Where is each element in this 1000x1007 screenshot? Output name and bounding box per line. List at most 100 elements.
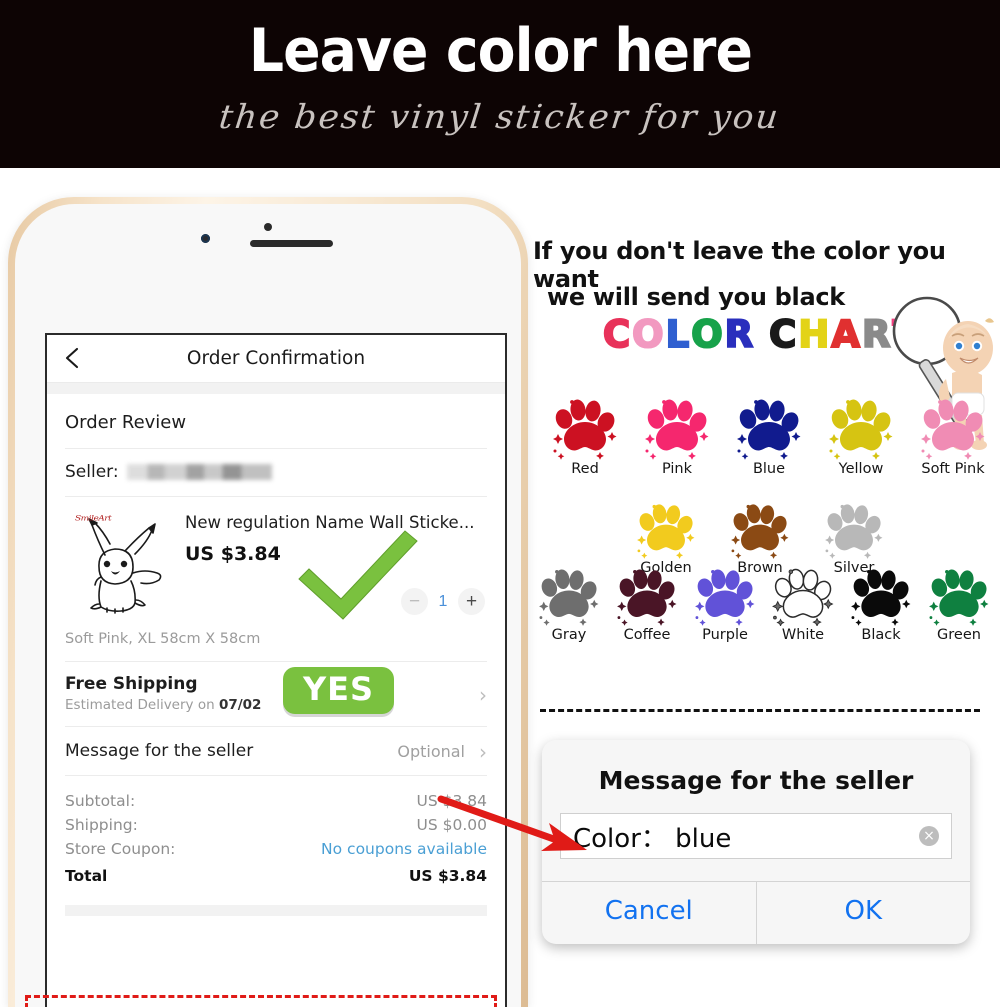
color-swatch-label: Soft Pink [921,461,985,477]
product-title: New regulation Name Wall Sticke... [185,513,475,532]
wordmark-letter: C [768,312,798,357]
product-price: US $3.84 [185,542,281,565]
color-swatch-label: Black [861,627,901,643]
wordmark-letter: A [830,312,861,357]
paw-print-icon [928,568,990,626]
product-thumbnail[interactable]: SmileArt [65,511,175,619]
color-swatch-red[interactable]: Red [544,398,626,477]
total-label: Total [65,867,108,885]
proximity-sensor-icon [264,223,272,231]
section-divider-band [65,905,487,916]
total-value: US $3.84 [408,867,487,885]
total-label: Subtotal: [65,792,136,810]
color-swatch-silver[interactable]: Silver [813,503,895,576]
paw-print-icon [730,503,790,559]
shipping-estimate-date: 07/02 [218,697,262,713]
paw-print-icon [644,398,710,460]
color-chart-wordmark: COLOR CHART [602,312,919,357]
color-swatch-blue[interactable]: Blue [728,398,810,477]
color-row-1: Red Pink Blue Yellow Soft Pink [544,398,994,477]
message-for-seller-row[interactable]: Message for the seller Optional › [65,727,487,775]
color-swatch-gray[interactable]: Gray [530,568,608,643]
paw-print-icon [850,568,912,626]
total-label: Shipping: [65,816,138,834]
seller-label: Seller: [65,462,119,482]
wordmark-letter [755,313,768,356]
yes-annotation-badge: YES [283,667,395,714]
quantity-decrease-button[interactable]: − [401,588,428,615]
page-title: Order Confirmation [186,348,366,369]
paw-print-icon [920,398,986,460]
chevron-left-icon[interactable] [61,346,83,370]
message-for-seller-label: Message for the seller [65,741,254,761]
cancel-button[interactable]: Cancel [542,882,757,944]
color-swatch-label: Yellow [838,461,884,477]
wordmark-letter: R [724,312,755,357]
seller-name-redacted [126,464,272,480]
header-banner: Leave color here the best vinyl sticker … [0,0,1000,168]
shipping-estimate-prefix: Estimated Delivery on [65,697,219,713]
total-label: Store Coupon: [65,840,176,858]
paw-print-icon [736,398,802,460]
color-swatch-purple[interactable]: Purple [686,568,764,643]
paw-print-icon [694,568,756,626]
color-swatch-label: Red [571,461,599,477]
color-swatch-golden[interactable]: Golden [625,503,707,576]
wordmark-letter: H [797,312,831,357]
shipping-row[interactable]: Free Shipping Estimated Delivery on 07/0… [65,662,487,726]
paw-print-icon [828,398,894,460]
color-swatch-pink[interactable]: Pink [636,398,718,477]
paw-print-icon [552,398,618,460]
paw-print-icon [824,503,884,559]
message-input[interactable]: Color： blue × [560,813,952,859]
total-row: Total US $3.84 [65,861,487,888]
total-row: Subtotal: US $3.84 [65,789,487,813]
color-swatch-yellow[interactable]: Yellow [820,398,902,477]
color-swatch-black[interactable]: Black [842,568,920,643]
pikachu-line-art-icon [88,518,162,614]
color-swatch-label: White [781,627,825,643]
color-swatch-label: Blue [752,461,786,477]
paw-print-icon [636,503,696,559]
color-swatch-label: Purple [702,627,748,643]
color-swatch-brown[interactable]: Brown [719,503,801,576]
order-review-heading: Order Review [65,412,187,433]
color-swatch-label: Coffee [623,627,671,643]
message-for-seller-value: Optional [397,741,465,761]
quantity-increase-button[interactable]: + [458,588,485,615]
product-variant: Soft Pink, XL 58cm X 58cm [65,631,261,647]
message-row-highlight-box [25,995,497,1007]
phone-mockup: Order Confirmation Order Review Seller: … [8,197,528,1007]
chevron-right-icon[interactable]: › [479,685,487,705]
app-nav-bar: Order Confirmation [47,335,505,383]
color-chart-panel: If you don't leave the color you want we… [530,180,1000,1000]
quantity-value: 1 [438,592,448,610]
product-row[interactable]: SmileArt New regulation Name Wall Sticke… [65,497,487,620]
quantity-stepper[interactable]: − 1 + [401,588,485,615]
banner-title: Leave color here [248,16,752,86]
thumbnail-watermark: SmileArt [75,515,112,523]
color-swatch-white[interactable]: White [764,568,842,643]
app-screen: Order Confirmation Order Review Seller: … [45,333,507,1007]
red-arrow-annotation [437,795,587,851]
color-swatch-coffee[interactable]: Coffee [608,568,686,643]
paw-print-icon [616,568,678,626]
total-row: Shipping: US $0.00 [65,813,487,837]
chevron-right-icon[interactable]: › [479,742,487,762]
wordmark-letter: O [631,312,665,357]
wordmark-letter: O [690,312,724,357]
color-swatch-label: Green [937,627,981,643]
total-row: Store Coupon: No coupons available [65,837,487,861]
instruction-line-2: we will send you black [547,283,845,311]
front-camera-icon [201,234,210,243]
color-row-2: Golden Brown Silver [625,503,895,576]
section-divider-band [47,383,505,394]
color-swatch-soft-pink[interactable]: Soft Pink [912,398,994,477]
paw-print-icon [772,568,834,627]
earpiece-speaker-icon [250,240,333,247]
clear-icon[interactable]: × [919,826,939,846]
seller-row: Seller: [65,449,487,496]
color-swatch-green[interactable]: Green [920,568,998,643]
color-swatch-label: Pink [661,461,693,477]
ok-button[interactable]: OK [757,882,971,944]
